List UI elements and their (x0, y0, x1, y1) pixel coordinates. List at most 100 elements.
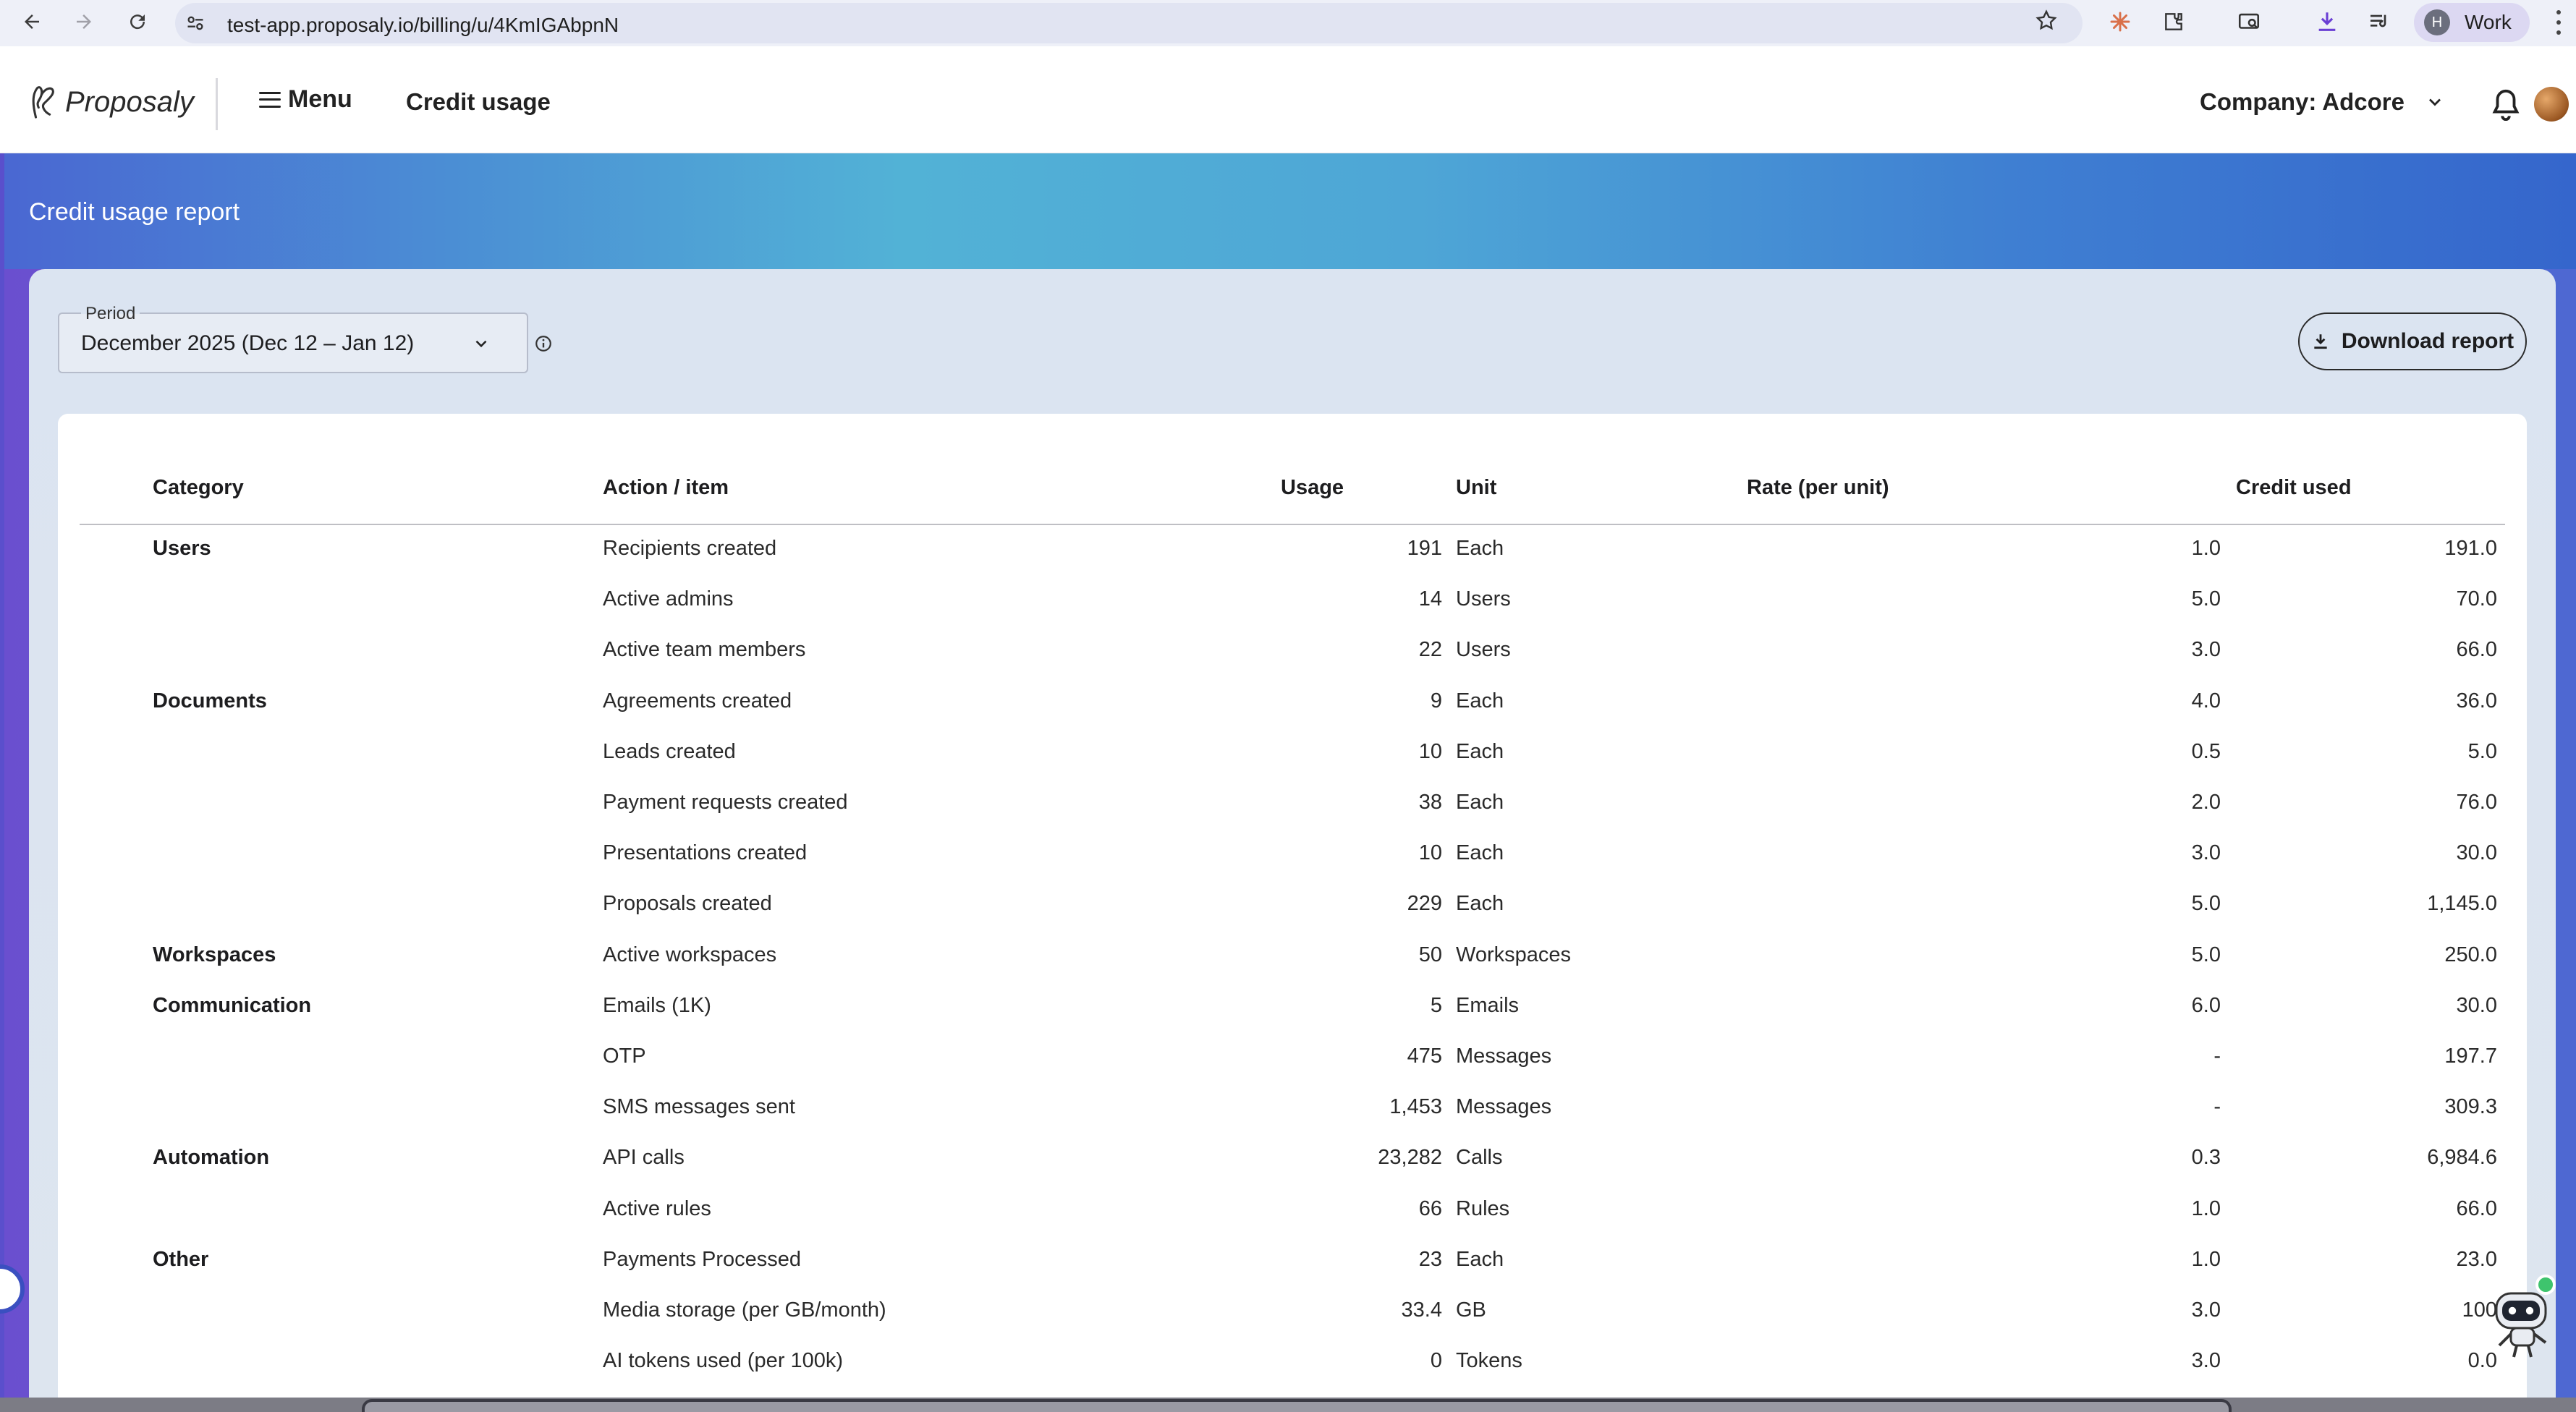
credit-cell: 197.7 (2444, 1045, 2497, 1068)
action-cell: API calls (603, 1146, 685, 1169)
category-cell: Documents (153, 689, 267, 713)
credit-cell: 309.3 (2444, 1095, 2497, 1118)
action-cell: Media storage (per GB/month) (603, 1298, 886, 1322)
action-cell: AI tokens used (per 100k) (603, 1349, 844, 1372)
download-report-label: Download report (2341, 329, 2514, 353)
usage-cell: 229 (1407, 892, 1442, 915)
rate-cell: 4.0 (2191, 689, 2221, 713)
action-cell: OTP (603, 1045, 646, 1068)
credit-cell: 76.0 (2456, 791, 2497, 814)
profile-button[interactable]: H Work (2414, 3, 2530, 42)
unit-cell: Workspaces (1456, 943, 1572, 966)
usage-cell: 9 (1430, 689, 1442, 713)
category-cell: Users (153, 537, 211, 560)
usage-cell: 22 (1418, 638, 1442, 661)
back-icon[interactable] (17, 7, 46, 36)
chevron-down-icon (2428, 98, 2441, 106)
rate-cell: - (2213, 1095, 2221, 1118)
credit-cell: 70.0 (2456, 587, 2497, 611)
action-cell: SMS messages sent (603, 1095, 795, 1118)
category-cell: Workspaces (153, 943, 276, 966)
action-cell: Payments Processed (603, 1248, 802, 1271)
rate-cell: 5.0 (2191, 587, 2221, 611)
usage-table (58, 414, 2527, 1412)
usage-cell: 0 (1430, 1349, 1442, 1372)
usage-cell: 66 (1418, 1197, 1442, 1220)
address-bar[interactable]: test-app.proposaly.io/billing/u/4KmIGAbp… (175, 3, 2083, 43)
rate-cell: 3.0 (2191, 638, 2221, 661)
category-cell: Automation (153, 1146, 270, 1169)
col-header-credit[interactable]: Credit used (2236, 476, 2352, 500)
action-cell: Active workspaces (603, 943, 777, 966)
rate-cell: - (2213, 1045, 2221, 1068)
browser-menu-icon[interactable] (2551, 10, 2566, 35)
rate-cell: 0.3 (2191, 1146, 2221, 1169)
credit-cell: 30.0 (2456, 841, 2497, 864)
category-cell: Other (153, 1248, 209, 1271)
site-settings-icon[interactable] (185, 13, 206, 33)
robot-assistant-icon[interactable] (2488, 1273, 2557, 1360)
usage-cell: 191 (1407, 537, 1442, 560)
usage-cell: 475 (1407, 1045, 1442, 1068)
header-divider (216, 78, 218, 130)
credit-cell: 1,145.0 (2427, 892, 2497, 915)
menu-label: Menu (288, 85, 352, 113)
unit-cell: Each (1456, 892, 1504, 915)
user-avatar[interactable] (2534, 87, 2569, 122)
col-header-category[interactable]: Category (153, 476, 244, 500)
profile-label: Work (2465, 11, 2512, 33)
company-selector[interactable]: Company: Adcore (2200, 88, 2445, 116)
rate-cell: 6.0 (2191, 994, 2221, 1017)
rate-cell: 2.0 (2191, 791, 2221, 814)
action-cell: Active team members (603, 638, 806, 661)
period-select[interactable]: Period December 2025 (Dec 12 – Jan 12) (58, 304, 528, 373)
menu-button[interactable]: Menu (259, 85, 352, 114)
reading-list-icon[interactable] (2366, 9, 2392, 35)
bookmark-star-icon[interactable] (2035, 9, 2058, 32)
action-cell: Agreements created (603, 689, 792, 713)
action-cell: Leads created (603, 740, 736, 763)
usage-cell: 5 (1430, 994, 1442, 1017)
col-header-action[interactable]: Action / item (603, 476, 729, 500)
credit-cell: 191.0 (2444, 537, 2497, 560)
period-value: December 2025 (Dec 12 – Jan 12) (81, 331, 415, 355)
claude-extension-icon[interactable] (2107, 9, 2133, 35)
unit-cell: Each (1456, 1248, 1504, 1271)
notifications-bell-icon[interactable] (2489, 87, 2522, 123)
chevron-down-icon (475, 340, 487, 348)
usage-cell: 14 (1418, 587, 1442, 611)
cast-search-icon[interactable] (2236, 9, 2262, 35)
rate-cell: 3.0 (2191, 1349, 2221, 1372)
rate-cell: 1.0 (2191, 1197, 2221, 1220)
col-header-unit[interactable]: Unit (1456, 476, 1496, 500)
download-report-button[interactable]: Download report (2298, 312, 2527, 370)
unit-cell: Each (1456, 791, 1504, 814)
unit-cell: Calls (1456, 1146, 1503, 1169)
downloads-icon[interactable] (2314, 9, 2340, 35)
hamburger-icon (259, 91, 281, 108)
unit-cell: Emails (1456, 994, 1520, 1017)
info-icon[interactable] (534, 334, 553, 353)
credit-cell: 66.0 (2456, 1197, 2497, 1220)
col-header-usage[interactable]: Usage (1281, 476, 1344, 500)
forward-icon[interactable] (69, 7, 98, 36)
unit-cell: Messages (1456, 1095, 1552, 1118)
credit-cell: 250.0 (2444, 943, 2497, 966)
action-cell: Active rules (603, 1197, 711, 1220)
proposaly-logo[interactable]: Proposaly (27, 81, 194, 123)
url-text[interactable]: test-app.proposaly.io/billing/u/4KmIGAbp… (227, 14, 619, 37)
usage-cell: 50 (1418, 943, 1442, 966)
extensions-puzzle-icon[interactable] (2161, 9, 2187, 35)
reload-icon[interactable] (123, 7, 152, 36)
action-cell: Emails (1K) (603, 994, 711, 1017)
action-cell: Active admins (603, 587, 734, 611)
unit-cell: Users (1456, 587, 1511, 611)
rate-cell: 1.0 (2191, 537, 2221, 560)
credit-cell: 36.0 (2456, 689, 2497, 713)
unit-cell: Each (1456, 740, 1504, 763)
col-header-rate[interactable]: Rate (per unit) (1747, 476, 1889, 500)
credit-cell: 66.0 (2456, 638, 2497, 661)
usage-cell: 1,453 (1389, 1095, 1442, 1118)
usage-cell: 23 (1418, 1248, 1442, 1271)
action-cell: Payment requests created (603, 791, 848, 814)
